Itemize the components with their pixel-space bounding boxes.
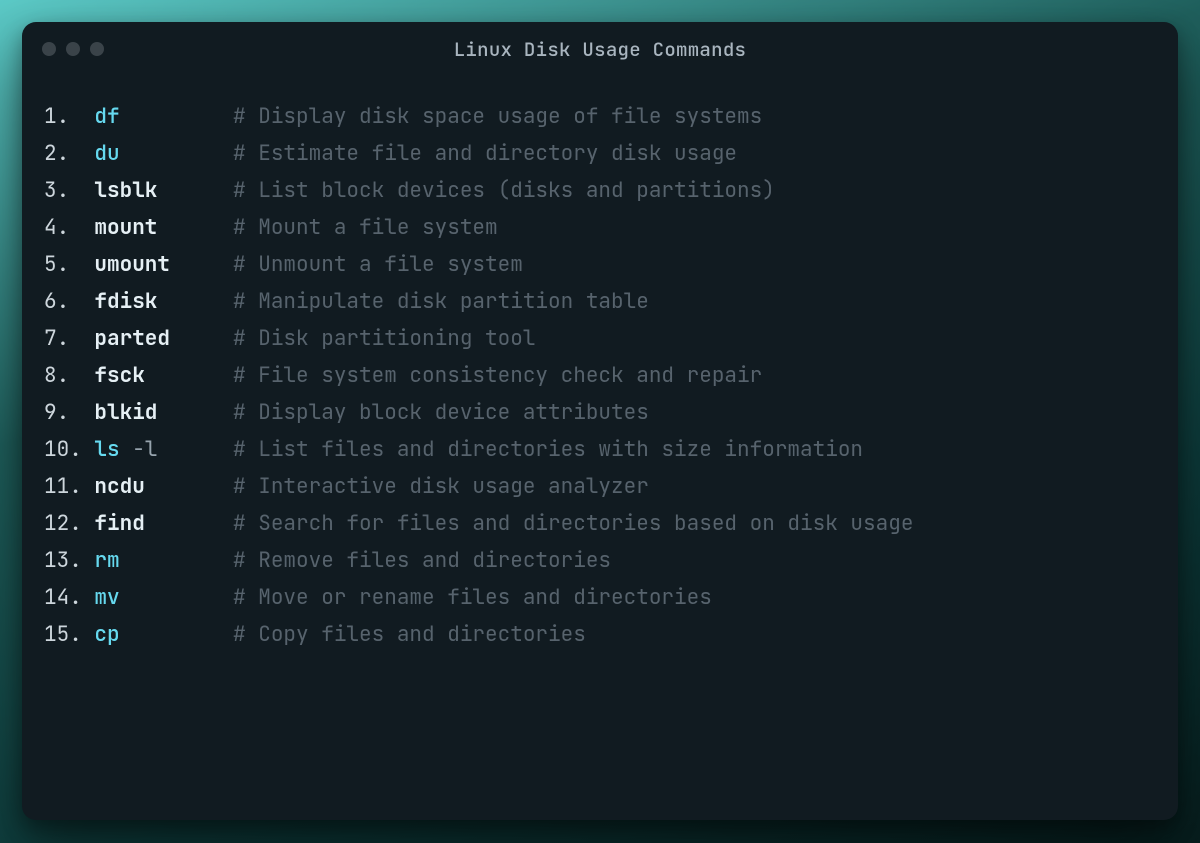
comment: # Mount a file system bbox=[233, 209, 498, 246]
line-number: 8. bbox=[44, 357, 94, 394]
command-cell: fdisk bbox=[94, 283, 233, 320]
command: fsck bbox=[94, 362, 144, 389]
comment: # List block devices (disks and partitio… bbox=[233, 172, 775, 209]
code-line: 9. blkid # Display block device attribut… bbox=[44, 394, 1156, 431]
code-line: 2. du # Estimate file and directory disk… bbox=[44, 135, 1156, 172]
command-cell: mount bbox=[94, 209, 233, 246]
code-line: 12. find # Search for files and director… bbox=[44, 505, 1156, 542]
terminal-window: Linux Disk Usage Commands 1. df # Displa… bbox=[22, 22, 1178, 820]
command: blkid bbox=[94, 399, 157, 426]
code-line: 11. ncdu # Interactive disk usage analyz… bbox=[44, 468, 1156, 505]
command: rm bbox=[94, 547, 119, 574]
line-number: 3. bbox=[44, 172, 94, 209]
comment: # Interactive disk usage analyzer bbox=[233, 468, 649, 505]
code-line: 13. rm # Remove files and directories bbox=[44, 542, 1156, 579]
comment: # Unmount a file system bbox=[233, 246, 523, 283]
comment: # File system consistency check and repa… bbox=[233, 357, 762, 394]
minimize-icon[interactable] bbox=[66, 42, 80, 56]
line-number: 6. bbox=[44, 283, 94, 320]
command-cell: rm bbox=[94, 542, 233, 579]
command-cell: umount bbox=[94, 246, 233, 283]
window-title: Linux Disk Usage Commands bbox=[22, 37, 1178, 62]
command: mv bbox=[94, 584, 119, 611]
comment: # List files and directories with size i… bbox=[233, 431, 863, 468]
command-cell: find bbox=[94, 505, 233, 542]
command: ls bbox=[94, 436, 119, 463]
code-line: 1. df # Display disk space usage of file… bbox=[44, 98, 1156, 135]
command-flag: -l bbox=[132, 436, 157, 463]
line-number: 7. bbox=[44, 320, 94, 357]
code-line: 5. umount # Unmount a file system bbox=[44, 246, 1156, 283]
comment: # Estimate file and directory disk usage bbox=[233, 135, 737, 172]
line-number: 9. bbox=[44, 394, 94, 431]
command-cell: cp bbox=[94, 616, 233, 653]
command: fdisk bbox=[94, 288, 157, 315]
command-cell: ls -l bbox=[94, 431, 233, 468]
line-number: 15. bbox=[44, 616, 94, 653]
window-controls bbox=[42, 42, 104, 56]
comment: # Display disk space usage of file syste… bbox=[233, 98, 762, 135]
command: find bbox=[94, 510, 144, 537]
command: mount bbox=[94, 214, 157, 241]
code-line: 4. mount # Mount a file system bbox=[44, 209, 1156, 246]
command: lsblk bbox=[94, 177, 157, 204]
line-number: 14. bbox=[44, 579, 94, 616]
line-number: 1. bbox=[44, 98, 94, 135]
line-number: 13. bbox=[44, 542, 94, 579]
command: cp bbox=[94, 621, 119, 648]
code-block: 1. df # Display disk space usage of file… bbox=[22, 76, 1178, 653]
comment: # Copy files and directories bbox=[233, 616, 586, 653]
code-line: 3. lsblk # List block devices (disks and… bbox=[44, 172, 1156, 209]
command-cell: blkid bbox=[94, 394, 233, 431]
code-line: 10. ls -l # List files and directories w… bbox=[44, 431, 1156, 468]
line-number: 2. bbox=[44, 135, 94, 172]
code-line: 14. mv # Move or rename files and direct… bbox=[44, 579, 1156, 616]
code-line: 6. fdisk # Manipulate disk partition tab… bbox=[44, 283, 1156, 320]
comment: # Move or rename files and directories bbox=[233, 579, 712, 616]
command-cell: du bbox=[94, 135, 233, 172]
zoom-icon[interactable] bbox=[90, 42, 104, 56]
line-number: 4. bbox=[44, 209, 94, 246]
command-cell: fsck bbox=[94, 357, 233, 394]
comment: # Search for files and directories based… bbox=[233, 505, 913, 542]
command: parted bbox=[94, 325, 170, 352]
comment: # Display block device attributes bbox=[233, 394, 649, 431]
close-icon[interactable] bbox=[42, 42, 56, 56]
line-number: 11. bbox=[44, 468, 94, 505]
code-line: 8. fsck # File system consistency check … bbox=[44, 357, 1156, 394]
command-cell: ncdu bbox=[94, 468, 233, 505]
command-cell: mv bbox=[94, 579, 233, 616]
command-cell: lsblk bbox=[94, 172, 233, 209]
command-cell: df bbox=[94, 98, 233, 135]
line-number: 10. bbox=[44, 431, 94, 468]
comment: # Remove files and directories bbox=[233, 542, 611, 579]
command: df bbox=[94, 103, 119, 130]
command-cell: parted bbox=[94, 320, 233, 357]
code-line: 15. cp # Copy files and directories bbox=[44, 616, 1156, 653]
line-number: 12. bbox=[44, 505, 94, 542]
comment: # Disk partitioning tool bbox=[233, 320, 535, 357]
line-number: 5. bbox=[44, 246, 94, 283]
code-line: 7. parted # Disk partitioning tool bbox=[44, 320, 1156, 357]
command: du bbox=[94, 140, 119, 167]
titlebar: Linux Disk Usage Commands bbox=[22, 22, 1178, 76]
comment: # Manipulate disk partition table bbox=[233, 283, 649, 320]
command: umount bbox=[94, 251, 170, 278]
command: ncdu bbox=[94, 473, 144, 500]
